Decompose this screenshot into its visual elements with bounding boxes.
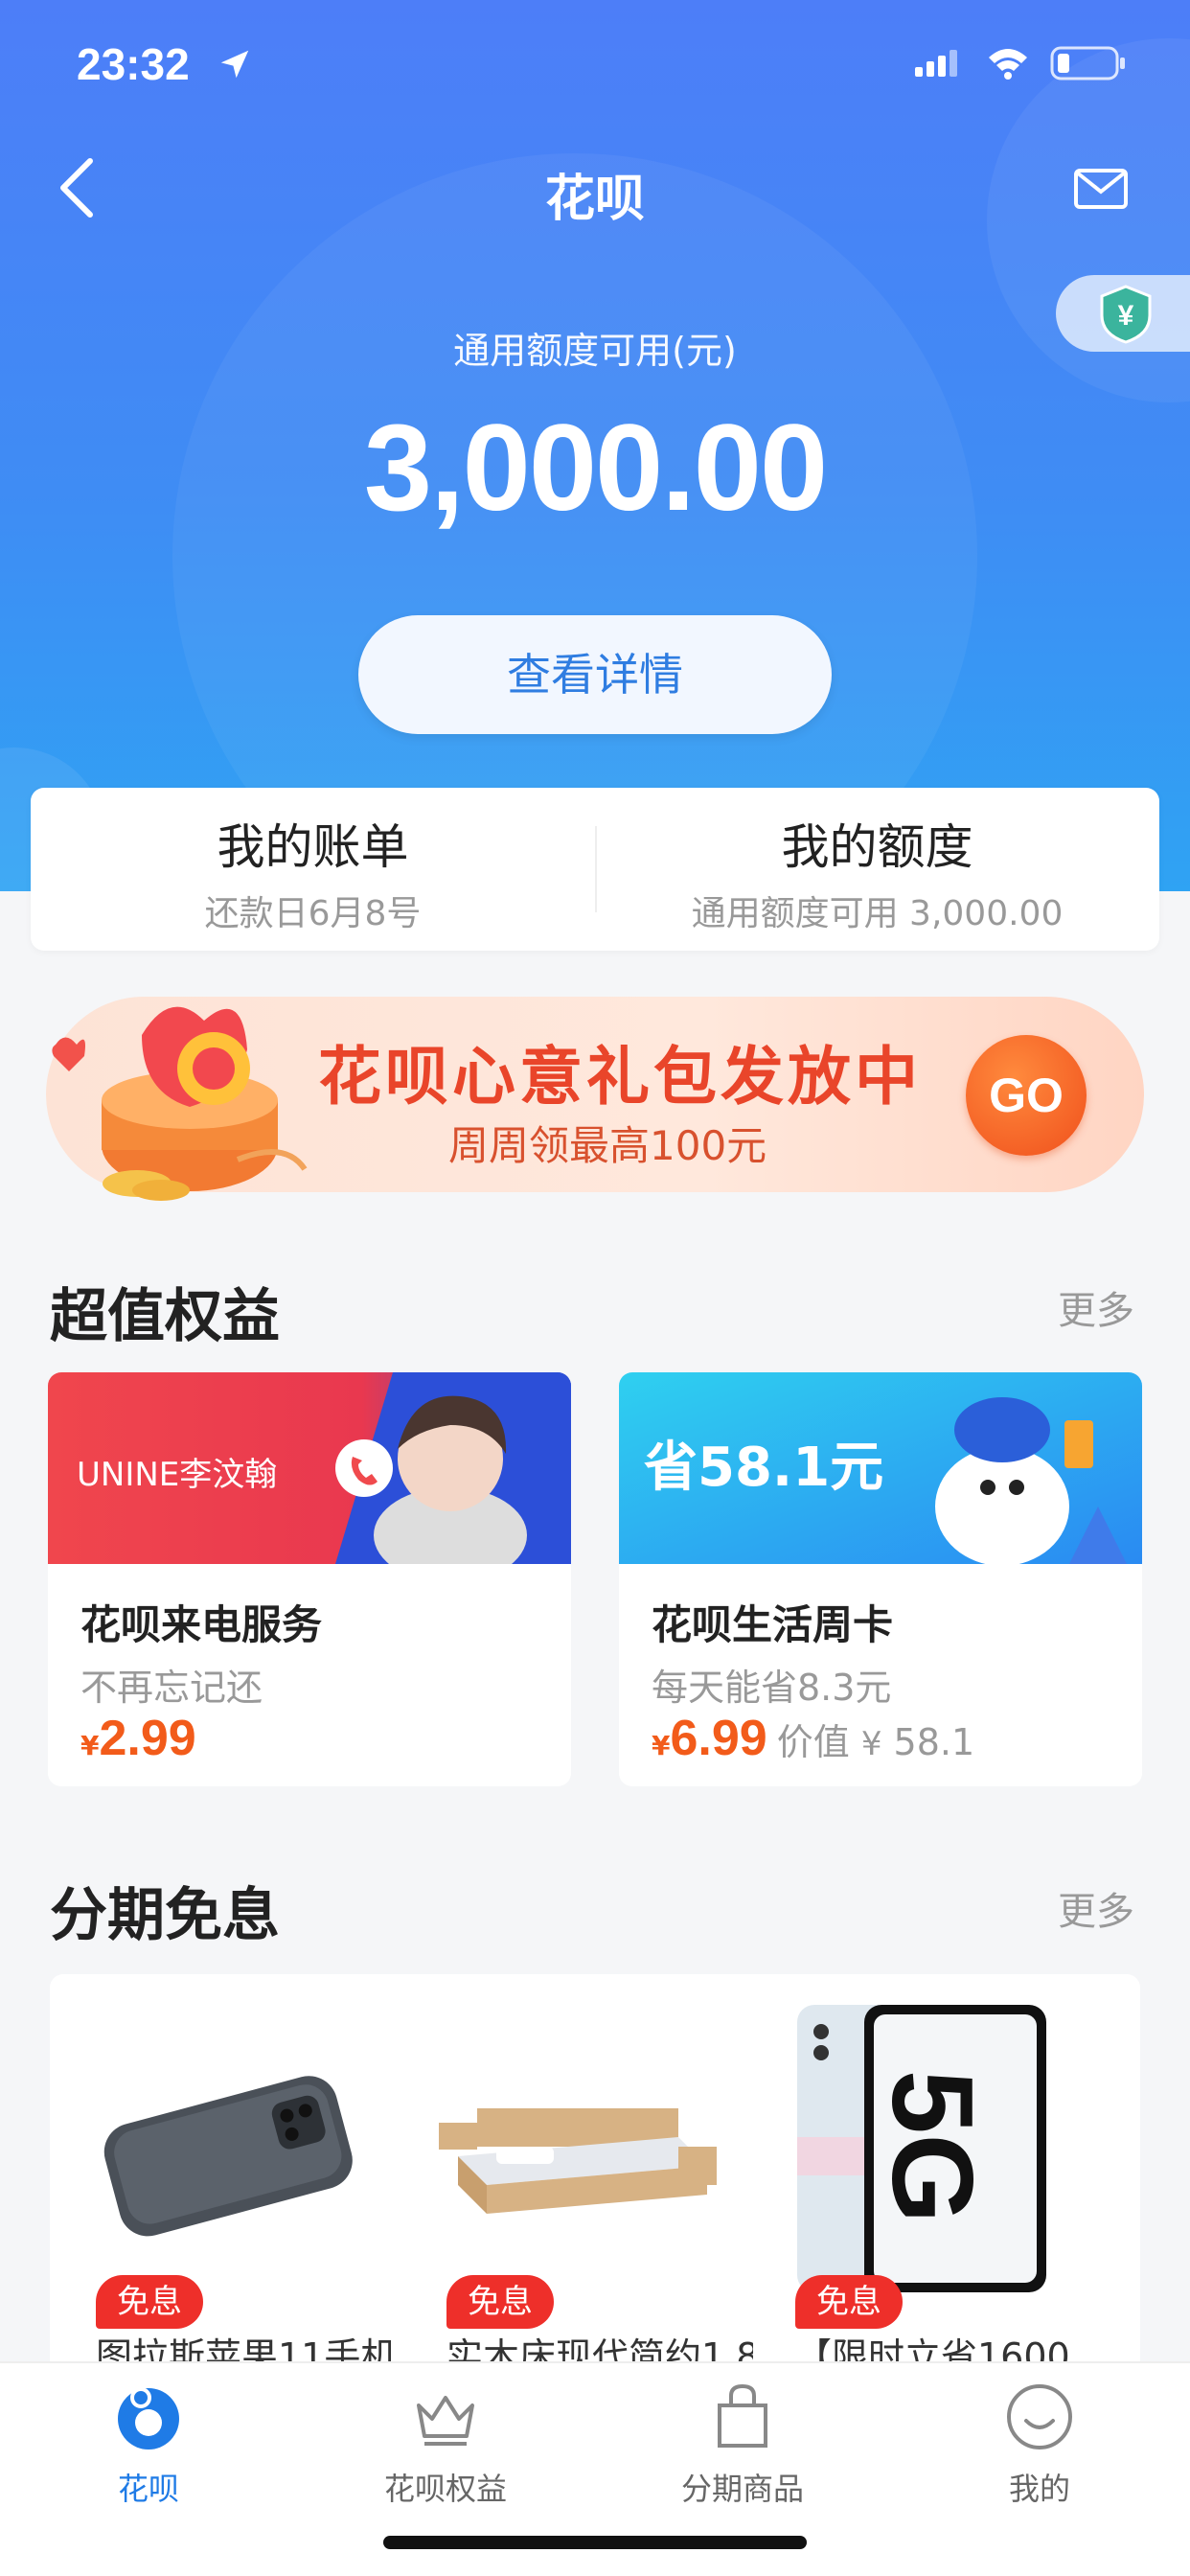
benefit-card-image: UNINE李汶翰 xyxy=(48,1372,571,1564)
original-value: 价值 ¥ 58.1 xyxy=(776,1721,975,1763)
interest-free-badge: 免息 xyxy=(446,2275,554,2329)
banner-subtitle: 周周领最高100元 xyxy=(448,1122,767,1169)
installments-more-link[interactable]: 更多 xyxy=(1058,1880,1134,1936)
installment-products: 免息 图拉斯苹果11手机 免息 实木床现代简约1.8 5G 免息 【限时立省16… xyxy=(50,1974,1140,2377)
smiley-face-icon xyxy=(1007,2384,1072,2450)
home-indicator xyxy=(383,2536,807,2549)
summary-card: 我的账单 还款日6月8号 我的额度 通用额度可用 3,000.00 xyxy=(31,788,1159,951)
benefit-card-call-service[interactable]: UNINE李汶翰 花呗来电服务 不再忘记还 ¥2.99 xyxy=(48,1372,571,1786)
view-details-button[interactable]: 查看详情 xyxy=(358,615,832,734)
location-arrow-icon xyxy=(220,50,249,79)
header-area: 23:32 花呗 ¥ 通用额度可用(元) 3,000.00 查看详情 xyxy=(0,0,1190,891)
my-bill-button[interactable]: 我的账单 还款日6月8号 xyxy=(31,788,595,951)
benefit-price: ¥2.99 xyxy=(80,1711,196,1766)
interest-free-badge: 免息 xyxy=(795,2275,903,2329)
product-card-phone-case[interactable]: 免息 图拉斯苹果11手机 xyxy=(50,1974,397,2377)
installments-section-title: 分期免息 xyxy=(50,1882,280,1949)
product-image: 5G xyxy=(797,2005,1046,2292)
interest-free-badge: 免息 xyxy=(96,2275,203,2329)
tab-mine[interactable]: 我的 xyxy=(891,2380,1188,2515)
crown-icon xyxy=(417,2396,474,2446)
page-title: 花呗 xyxy=(544,171,645,228)
tab-label: 分期商品 xyxy=(680,2471,804,2507)
banner-title: 花呗心意礼包发放中 xyxy=(318,1040,922,1114)
benefit-name: 花呗生活周卡 xyxy=(652,1601,894,1648)
benefit-desc: 不再忘记还 xyxy=(80,1667,263,1709)
gift-package-banner[interactable]: 花呗心意礼包发放中 周周领最高100元 GO xyxy=(46,997,1144,1201)
tab-label: 我的 xyxy=(1008,2471,1070,2507)
benefit-card-info: 花呗生活周卡 每天能省8.3元 ¥6.99 价值 ¥ 58.1 xyxy=(619,1566,1142,1786)
benefit-card-info: 花呗来电服务 不再忘记还 ¥2.99 xyxy=(48,1566,571,1786)
tab-benefits[interactable]: 花呗权益 xyxy=(297,2380,594,2515)
svg-text:省58.1元: 省58.1元 xyxy=(644,1437,883,1499)
my-quota-title: 我的额度 xyxy=(781,819,973,875)
benefit-card-image: 省58.1元 xyxy=(619,1372,1142,1564)
go-button[interactable]: GO xyxy=(966,1035,1087,1156)
benefit-price: ¥6.99 价值 ¥ 58.1 xyxy=(652,1711,975,1766)
mail-icon[interactable] xyxy=(1073,168,1129,210)
benefits-more-link[interactable]: 更多 xyxy=(1058,1279,1134,1335)
available-credit-amount: 3,000.00 xyxy=(363,400,828,537)
cellular-signal-icon xyxy=(915,50,957,77)
tab-label: 花呗权益 xyxy=(383,2471,507,2507)
my-quota-button[interactable]: 我的额度 通用额度可用 3,000.00 xyxy=(595,788,1159,951)
benefits-section-title: 超值权益 xyxy=(50,1283,280,1350)
available-credit-label: 通用额度可用(元) xyxy=(453,330,737,372)
benefit-card-weekly-pass[interactable]: 省58.1元 花呗生活周卡 每天能省8.3元 ¥6.99 价值 ¥ 58.1 xyxy=(619,1372,1142,1786)
status-time: 23:32 xyxy=(77,39,190,89)
quota-available: 通用额度可用 3,000.00 xyxy=(691,894,1064,933)
benefit-name: 花呗来电服务 xyxy=(80,1601,323,1648)
repayment-date: 还款日6月8号 xyxy=(204,894,422,933)
product-card-5g-phone[interactable]: 5G 免息 【限时立省1600 xyxy=(749,1974,1094,2377)
tab-huabei[interactable]: 花呗 xyxy=(0,2380,297,2515)
gift-box-icon xyxy=(52,1006,308,1201)
benefit-desc: 每天能省8.3元 xyxy=(652,1667,892,1709)
wifi-icon xyxy=(989,49,1027,80)
huabei-logo-icon xyxy=(118,2387,179,2450)
svg-text:UNINE李汶翰: UNINE李汶翰 xyxy=(77,1456,277,1494)
shopping-bag-icon xyxy=(718,2383,767,2448)
product-image xyxy=(439,2108,717,2214)
product-card-bed[interactable]: 免息 实木床现代简约1.8 xyxy=(400,1974,753,2377)
tab-label: 花呗 xyxy=(117,2471,179,2507)
product-image xyxy=(103,2076,353,2237)
tab-installment-goods[interactable]: 分期商品 xyxy=(594,2380,891,2515)
battery-icon xyxy=(1050,46,1125,80)
my-bill-title: 我的账单 xyxy=(217,819,409,875)
svg-text:5G: 5G xyxy=(868,2070,996,2223)
